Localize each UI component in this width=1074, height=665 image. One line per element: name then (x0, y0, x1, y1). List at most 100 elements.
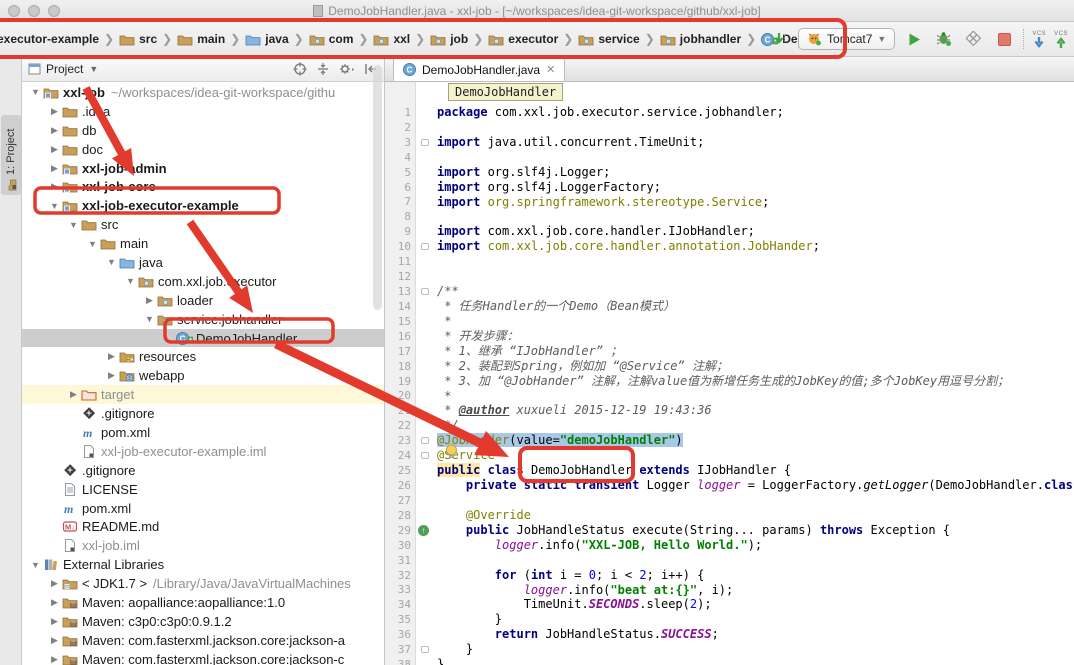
tree-item-xxl-job-core[interactable]: ▶xxl-job-core (22, 177, 384, 196)
tree-expand-arrow-icon[interactable]: ▶ (47, 654, 62, 665)
code-line-12[interactable] (437, 269, 1074, 284)
tree-expand-arrow-icon[interactable]: ▶ (47, 125, 62, 136)
code-line-33[interactable]: logger.info("beat at:{}", i); (437, 583, 1074, 598)
code-line-4[interactable] (437, 150, 1074, 165)
code-line-5[interactable]: import org.slf4j.Logger; (437, 165, 1074, 180)
tree-item-target[interactable]: ▶target (22, 385, 384, 404)
tree-expand-arrow-icon[interactable]: ▶ (47, 616, 62, 627)
tree-expand-arrow-icon[interactable]: ▶ (47, 578, 62, 589)
code-line-25[interactable]: public class DemoJobHandler extends IJob… (437, 463, 1074, 478)
code-line-24[interactable]: @Service (437, 448, 1074, 463)
coverage-button[interactable] (963, 28, 985, 50)
tree-expand-arrow-icon[interactable]: ▶ (47, 597, 62, 608)
code-line-11[interactable] (437, 254, 1074, 269)
code-area[interactable]: package com.xxl.job.executor.service.job… (433, 82, 1074, 665)
tree-item-java[interactable]: ▼java (22, 253, 384, 272)
tree-expand-arrow-icon[interactable]: ▶ (47, 635, 62, 646)
tree-item-webapp[interactable]: ▶webapp (22, 366, 384, 385)
code-line-36[interactable]: return JobHandleStatus.SUCCESS; (437, 627, 1074, 642)
tree-item-maven-aopalliance-aopalliance-1-0[interactable]: ▶Maven: aopalliance:aopalliance:1.0 (22, 593, 384, 612)
code-line-28[interactable]: @Override (437, 508, 1074, 523)
code-line-35[interactable]: } (437, 612, 1074, 627)
breadcrumb-item-xxl[interactable]: xxl (372, 32, 411, 47)
tree-expand-arrow-icon[interactable]: ▼ (123, 276, 138, 286)
code-line-27[interactable] (437, 493, 1074, 508)
code-line-23[interactable]: @JobHander(value="demoJobHandler") (437, 433, 1074, 448)
code-line-16[interactable]: * 开发步骤： (437, 329, 1074, 344)
tree-item-main[interactable]: ▼main (22, 234, 384, 253)
tree-item-external-libraries[interactable]: ▼External Libraries (22, 555, 384, 574)
fold-marker-icon[interactable] (421, 243, 429, 250)
tree-expand-arrow-icon[interactable]: ▶ (47, 144, 62, 155)
code-line-26[interactable]: private static transient Logger logger =… (437, 478, 1074, 493)
tree-item-pom-xml[interactable]: mpom.xml (22, 499, 384, 518)
breadcrumb-item-executor-example[interactable]: executor-example (0, 32, 100, 46)
tree-item-resources[interactable]: ▶resources (22, 347, 384, 366)
code-line-18[interactable]: * 2、装配到Spring，例如加 “@Service” 注解； (437, 359, 1074, 374)
tree-item-xxl-job-iml[interactable]: xxl-job.iml (22, 536, 384, 555)
tree-expand-arrow-icon[interactable]: ▶ (142, 295, 157, 306)
tree-item-maven-com-fasterxml-jackson-core-jackson-a[interactable]: ▶Maven: com.fasterxml.jackson.core:jacks… (22, 631, 384, 650)
breadcrumb-item-src[interactable]: src (118, 32, 158, 47)
code-line-32[interactable]: for (int i = 0; i < 2; i++) { (437, 568, 1074, 583)
code-line-21[interactable]: * @author xuxueli 2015-12-19 19:43:36 (437, 403, 1074, 418)
code-line-30[interactable]: logger.info("XXL-JOB, Hello World."); (437, 538, 1074, 553)
tree-item-loader[interactable]: ▶loader (22, 291, 384, 310)
tree-expand-arrow-icon[interactable]: ▶ (66, 389, 81, 400)
code-line-38[interactable]: } (437, 657, 1074, 665)
tree-item--idea[interactable]: ▶.idea (22, 102, 384, 121)
tree-item-xxl-job-admin[interactable]: ▶xxl-job-admin (22, 159, 384, 178)
code-line-20[interactable]: * (437, 389, 1074, 404)
tree-expand-arrow-icon[interactable]: ▶ (47, 106, 62, 117)
tree-item-xxl-job-executor-example[interactable]: ▼xxl-job-executor-example (22, 196, 384, 215)
tree-item--gitignore[interactable]: .gitignore (22, 461, 384, 480)
tree-expand-arrow-icon[interactable]: ▶ (104, 370, 119, 381)
code-line-6[interactable]: import org.slf4j.LoggerFactory; (437, 180, 1074, 195)
tree-expand-arrow-icon[interactable]: ▼ (104, 257, 119, 267)
run-configuration-select[interactable]: Tomcat7 ▼ (798, 28, 895, 50)
code-line-29[interactable]: public JobHandleStatus execute(String...… (437, 523, 1074, 538)
collapse-all-icon[interactable] (316, 62, 330, 76)
settings-gear-icon[interactable] (339, 62, 355, 76)
tree-item-db[interactable]: ▶db (22, 121, 384, 140)
tree-item-maven-com-fasterxml-jackson-core-jackson-c[interactable]: ▶Maven: com.fasterxml.jackson.core:jacks… (22, 650, 384, 665)
tree-expand-arrow-icon[interactable]: ▶ (47, 163, 62, 174)
code-line-7[interactable]: import org.springframework.stereotype.Se… (437, 195, 1074, 210)
tree-item-doc[interactable]: ▶doc (22, 140, 384, 159)
fold-marker-icon[interactable] (421, 437, 429, 444)
run-button[interactable] (903, 28, 925, 50)
tree-expand-arrow-icon[interactable]: ▼ (47, 201, 62, 211)
tree-item--jdk1-7-[interactable]: ▶< JDK1.7 >/Library/Java/JavaVirtualMach… (22, 574, 384, 593)
code-line-31[interactable] (437, 553, 1074, 568)
tree-item-src[interactable]: ▼src (22, 215, 384, 234)
tree-expand-arrow-icon[interactable]: ▶ (104, 351, 119, 362)
tree-item-maven-c3p0-c3p0-0-9-1-2[interactable]: ▶Maven: c3p0:c3p0:0.9.1.2 (22, 612, 384, 631)
debug-button[interactable] (933, 28, 955, 50)
scroll-down-icon[interactable] (768, 28, 790, 50)
code-line-9[interactable]: import com.xxl.job.core.handler.IJobHand… (437, 224, 1074, 239)
intention-bulb-icon[interactable] (445, 444, 458, 459)
code-line-19[interactable]: * 3、加 “@JobHander” 注解，注解value值为新增任务生成的Jo… (437, 374, 1074, 389)
code-line-14[interactable]: * 任务Handler的一个Demo（Bean模式） (437, 299, 1074, 314)
code-line-1[interactable]: package com.xxl.job.executor.service.job… (437, 105, 1074, 120)
tree-expand-arrow-icon[interactable]: ▼ (28, 87, 43, 97)
tree-item-license[interactable]: LICENSE (22, 480, 384, 499)
code-line-22[interactable]: */ (437, 418, 1074, 433)
fold-marker-icon[interactable] (421, 646, 429, 653)
fold-marker-icon[interactable] (421, 139, 429, 146)
code-line-17[interactable]: * 1、继承 “IJobHandler” ； (437, 344, 1074, 359)
breadcrumb-item-jobhandler[interactable]: jobhandler (659, 32, 742, 47)
code-line-8[interactable] (437, 209, 1074, 224)
breadcrumb-item-service[interactable]: service (577, 32, 640, 47)
tree-expand-arrow-icon[interactable]: ▼ (142, 314, 157, 324)
code-line-2[interactable] (437, 120, 1074, 135)
tree-item-service-jobhandler[interactable]: ▼service.jobhandler (22, 310, 384, 329)
tree-scrollbar[interactable] (373, 65, 382, 310)
tree-expand-arrow-icon[interactable]: ▼ (85, 239, 100, 249)
tree-expand-arrow-icon[interactable]: ▶ (47, 181, 62, 192)
editor-body[interactable]: 1234567891011121314151617181920212223242… (385, 82, 1074, 665)
code-line-34[interactable]: TimeUnit.SECONDS.sleep(2); (437, 597, 1074, 612)
tab-demojobhandler[interactable]: C DemoJobHandler.java ✕ (393, 57, 565, 81)
close-icon[interactable]: ✕ (546, 63, 555, 76)
tree-item-readme-md[interactable]: M↓README.md (22, 517, 384, 536)
